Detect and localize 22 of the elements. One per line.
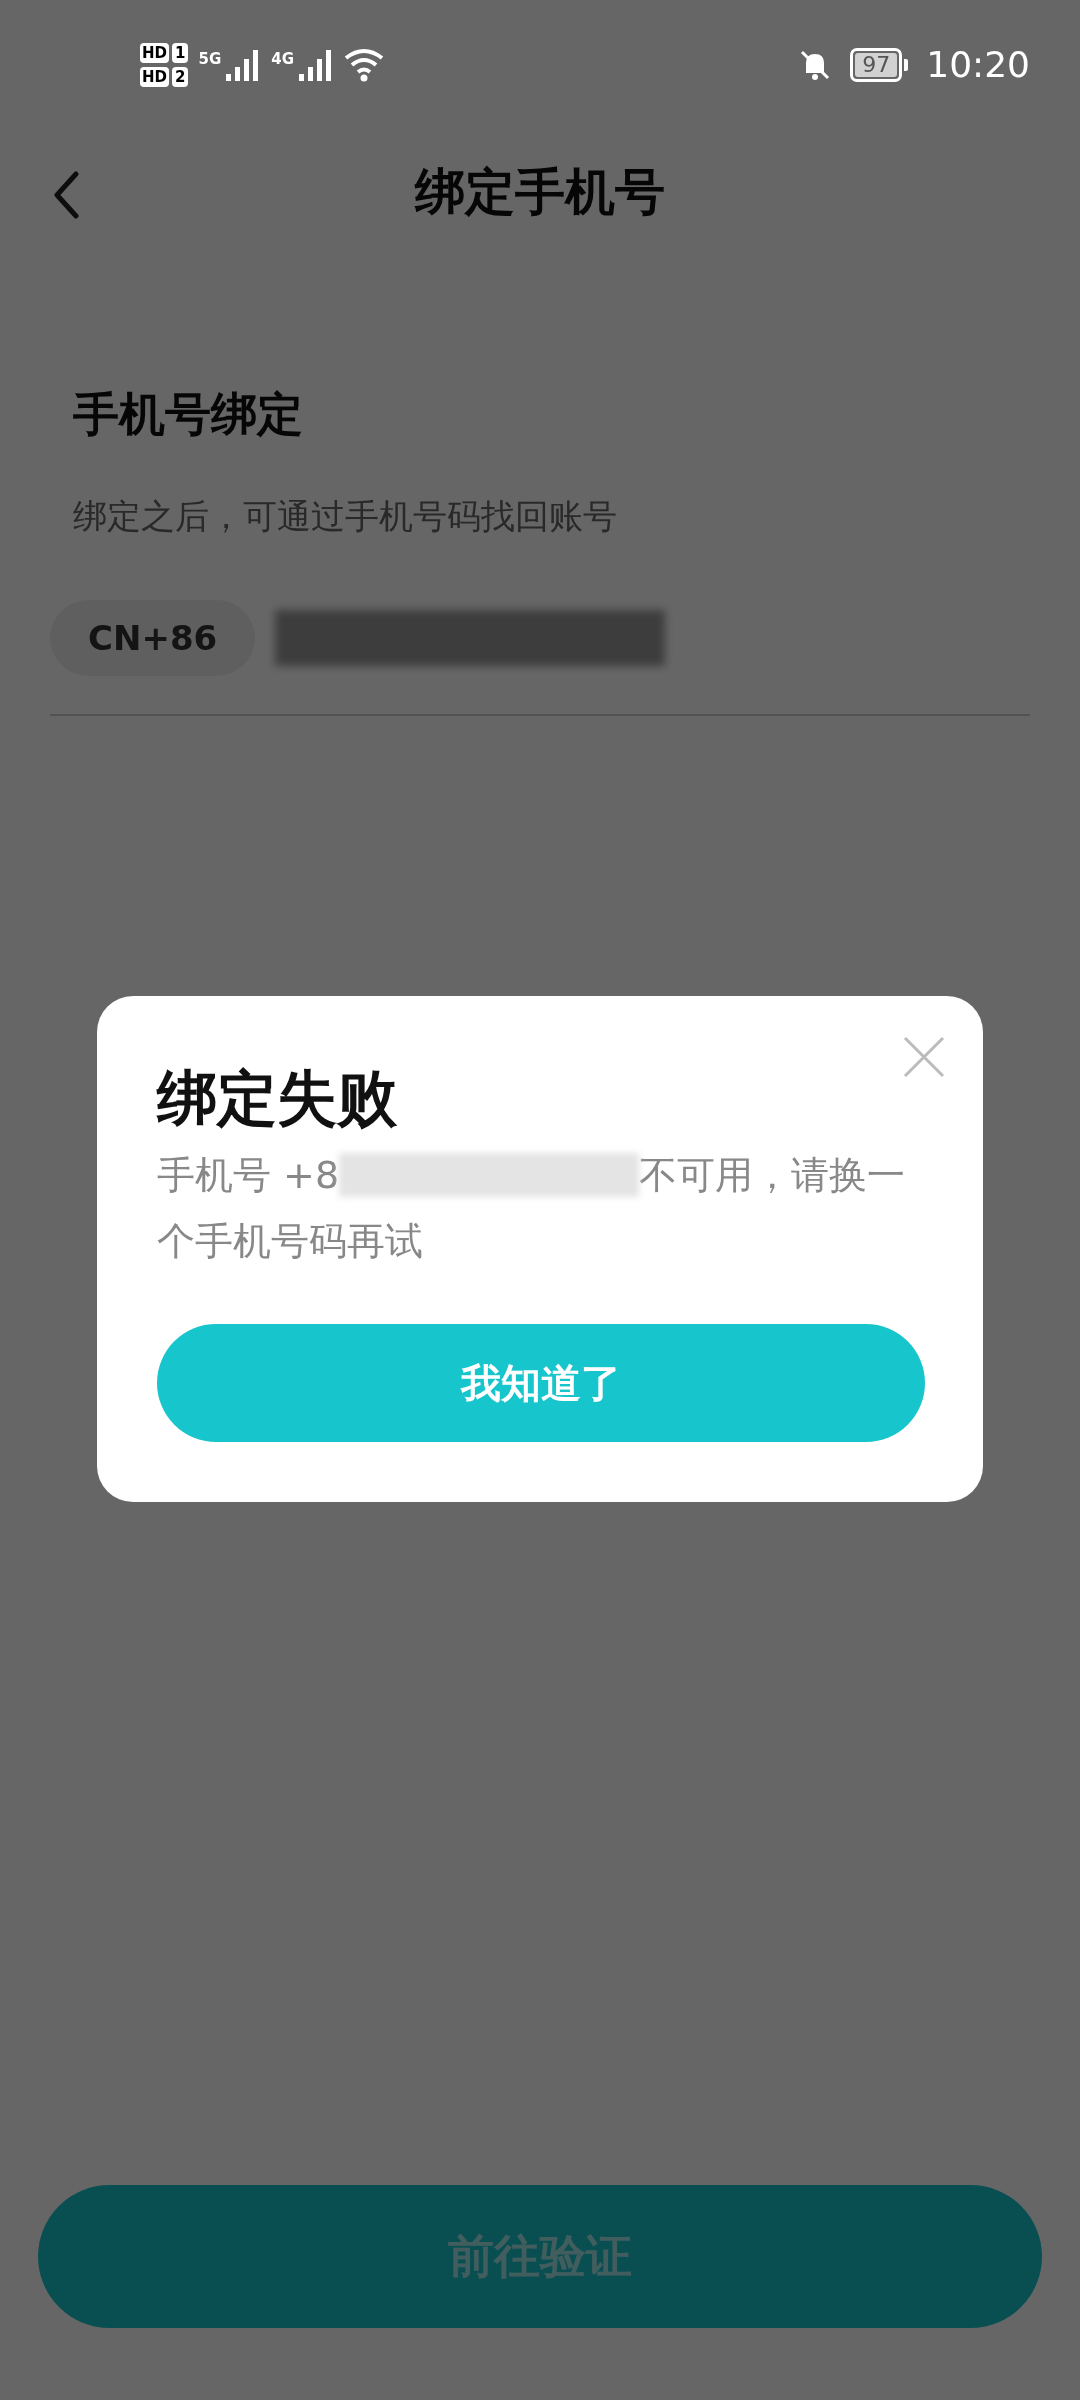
dialog-title: 绑定失败 [157,1062,398,1134]
sim-label: HD [140,43,169,63]
dialog-message: 个手机号码再试 [157,1218,423,1265]
back-icon[interactable] [52,171,80,219]
acknowledge-button[interactable]: 我知道了 [157,1324,925,1442]
section-description: 绑定之后，可通过手机号码找回账号 [73,495,618,538]
close-icon[interactable] [903,1036,945,1078]
network-type: 4G [271,49,294,70]
sim-number: 1 [172,43,189,63]
phone-field[interactable]: CN+86 [50,600,1030,716]
network-type: 5G [198,49,222,70]
dialog-message: 不可用，请换一 [639,1152,906,1199]
battery-icon: 97 [850,48,903,82]
sim-label: HD [140,67,169,87]
clock-time: 10:20 [926,43,1030,87]
country-code-chip[interactable]: CN+86 [50,600,256,676]
section-heading: 手机号绑定 [73,386,304,443]
wifi-icon [343,48,386,82]
page-title: 绑定手机号 [415,161,665,223]
dialog-message: 手机号 +8 [157,1152,340,1199]
sim-number: 2 [172,67,189,87]
signal-icon [297,48,334,82]
